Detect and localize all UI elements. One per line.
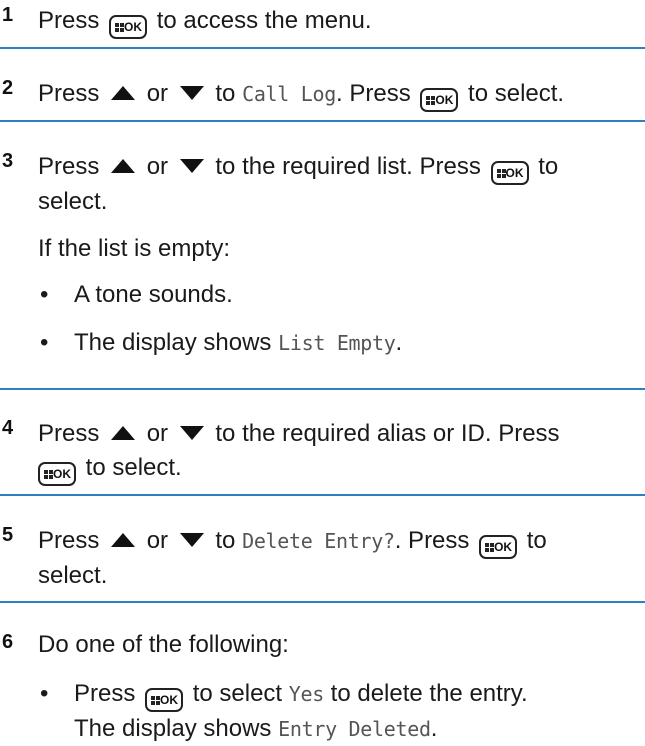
bullet-to-select: to select — [192, 680, 283, 707]
step-text: Press OK to access the menu. — [38, 4, 639, 39]
step-3-press: Press — [38, 153, 100, 180]
step-number: 5 — [2, 524, 14, 546]
step-4-press: Press — [38, 420, 100, 447]
step-text: Do one of the following: — [38, 631, 289, 658]
step-5-or: or — [146, 527, 169, 554]
bullet-dot: • — [40, 680, 49, 707]
menu-ok-button-icon: OK — [479, 535, 518, 559]
step-number: 6 — [2, 631, 14, 653]
divider — [0, 601, 645, 603]
step-2-press2: . Press — [336, 80, 411, 107]
display-text: Delete Entry? — [242, 529, 395, 553]
step-4-to: to the required alias or ID. Press — [215, 420, 560, 447]
step-1-press: Press — [38, 7, 100, 34]
step-3-to2: to — [538, 153, 559, 180]
step-3-to: to the required list. Press — [215, 153, 481, 180]
step-5-to: to — [215, 527, 236, 554]
display-text: Call Log — [242, 82, 337, 106]
step-number: 3 — [2, 150, 14, 172]
up-arrow-icon — [111, 86, 136, 100]
step-3-or: or — [146, 153, 169, 180]
display-text: Yes — [288, 682, 325, 706]
bullet-delete: to delete the entry. — [330, 680, 528, 707]
display-text: Entry Deleted — [278, 717, 431, 741]
down-arrow-icon — [179, 426, 204, 440]
bullet-display-text: The display shows — [74, 715, 272, 742]
bullet-display: The display shows List Empty. — [74, 326, 639, 360]
step-text: Press or to Delete Entry?. Press OK to s… — [38, 524, 639, 593]
menu-ok-button-icon: OK — [38, 462, 76, 486]
bullet-dot: • — [40, 281, 49, 308]
step-3-select: select. — [38, 188, 108, 215]
display-text: List Empty — [278, 331, 396, 355]
bullet-display-text: The display shows — [74, 329, 272, 356]
divider — [0, 47, 645, 49]
step-2-to: to — [215, 80, 236, 107]
menu-ok-button-icon: OK — [420, 88, 459, 112]
step-text: Press or to the required alias or ID. Pr… — [38, 417, 639, 486]
up-arrow-icon — [111, 426, 136, 440]
step-2-press: Press — [38, 80, 100, 107]
down-arrow-icon — [179, 159, 204, 173]
step-text: Press or to the required list. Press OK … — [38, 150, 639, 219]
step-2-desc: to select. — [468, 80, 565, 107]
step-4-desc: to select. — [85, 454, 182, 481]
period: . — [395, 329, 403, 356]
step-5-select: select. — [38, 562, 108, 589]
down-arrow-icon — [179, 86, 204, 100]
step-number: 1 — [2, 4, 14, 26]
menu-ok-button-icon: OK — [145, 688, 184, 712]
up-arrow-icon — [111, 159, 136, 173]
menu-ok-button-icon: OK — [490, 161, 529, 185]
up-arrow-icon — [111, 533, 136, 547]
bullet-press: Press — [74, 680, 136, 707]
step-1-desc: to access the menu. — [156, 7, 372, 34]
divider — [0, 494, 645, 496]
bullet-tone: A tone sounds. — [74, 281, 233, 308]
down-arrow-icon — [179, 533, 204, 547]
step-text: Press or to Call Log. Press OK to select… — [38, 77, 639, 112]
bullet-option: Press OK to select Yes to delete the ent… — [74, 677, 639, 746]
step-2-or: or — [146, 80, 169, 107]
step-4-or: or — [146, 420, 169, 447]
step-5-press: Press — [38, 527, 100, 554]
step-5-to2: to — [526, 527, 547, 554]
step-3-note: If the list is empty: — [38, 235, 231, 262]
bullet-dot: • — [40, 329, 49, 356]
divider — [0, 120, 645, 122]
step-5-press2: . Press — [394, 527, 470, 554]
menu-ok-button-icon: OK — [109, 15, 148, 39]
period: . — [430, 715, 438, 742]
divider — [0, 388, 645, 390]
step-number: 4 — [2, 417, 14, 439]
step-number: 2 — [2, 77, 14, 99]
